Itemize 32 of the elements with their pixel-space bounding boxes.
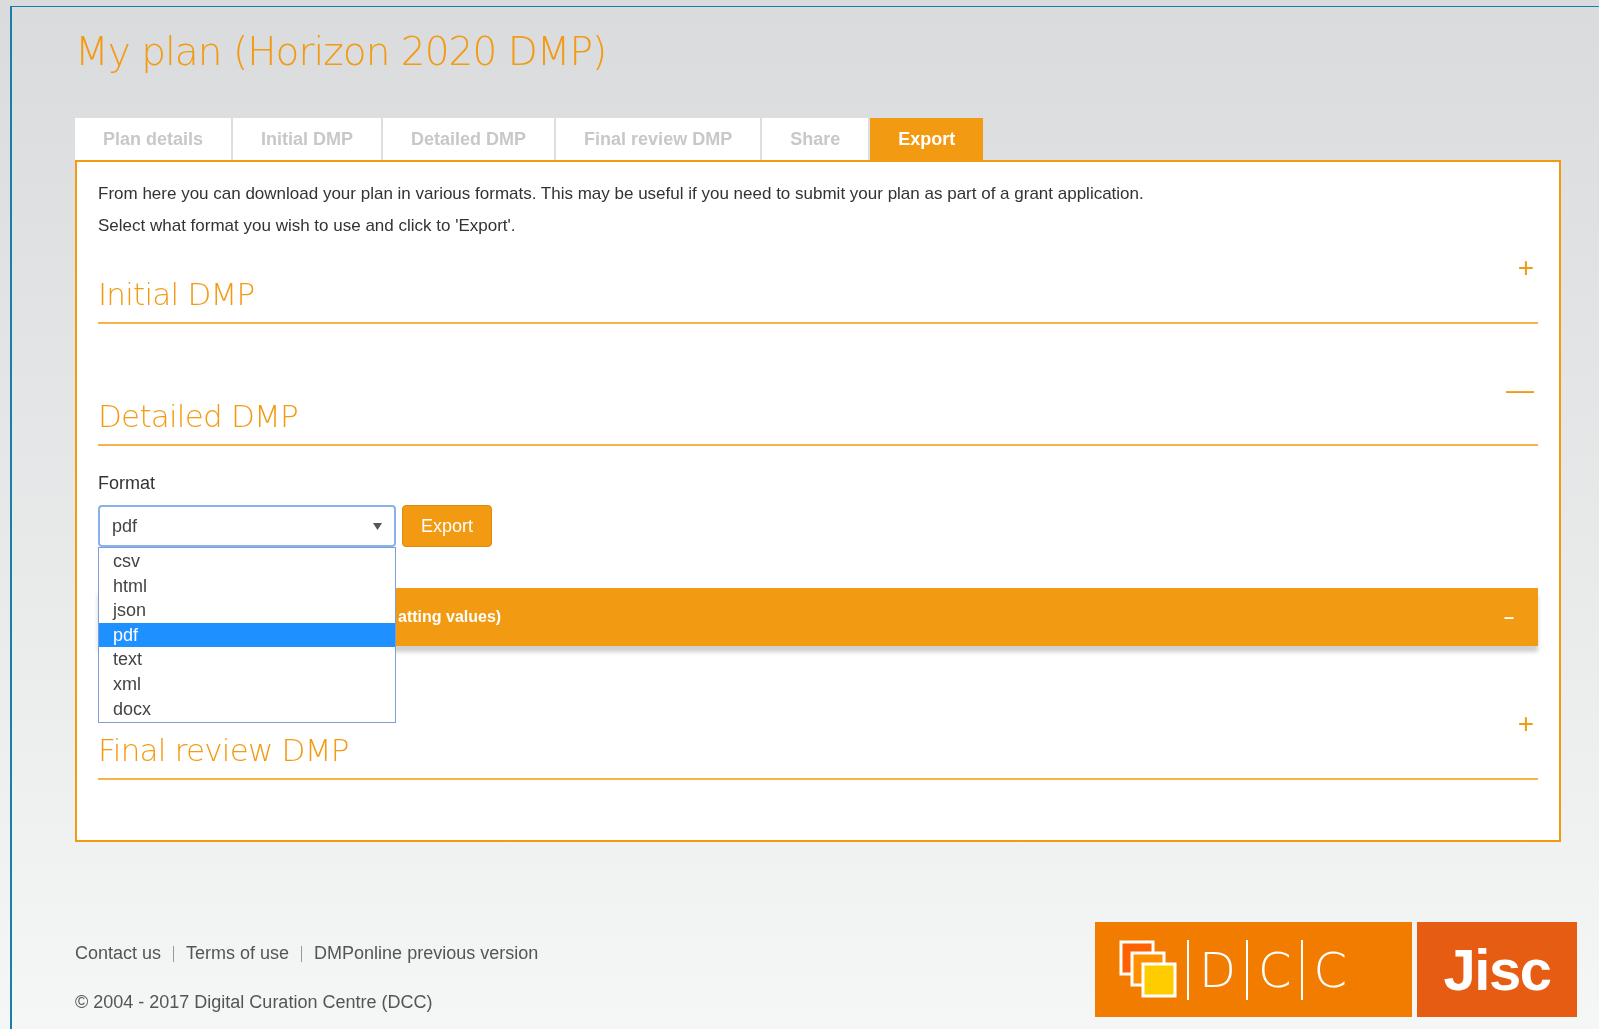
dropdown-option[interactable]: docx [99, 696, 395, 722]
section-toggle[interactable]: — [1506, 376, 1534, 404]
dropdown-option[interactable]: json [99, 598, 395, 623]
format-label: Format [98, 472, 156, 495]
dropdown-option[interactable]: pdf [99, 622, 395, 648]
dropdown-option[interactable]: csv [99, 549, 395, 574]
squares-icon [1119, 939, 1177, 1000]
section-heading[interactable]: Detailed DMP [98, 397, 298, 436]
dropdown-option[interactable]: html [99, 573, 395, 599]
collapse-toggle[interactable]: – [1504, 603, 1514, 631]
logo-letter: C [1313, 940, 1347, 1000]
caret-icon [373, 522, 382, 530]
intro-text: Select what format you wish to use and click to 'Export'. [98, 215, 517, 237]
dropdown-option[interactable]: text [99, 647, 395, 672]
section-toggle[interactable]: + [1517, 254, 1534, 282]
bar-title: atting values) [398, 607, 502, 627]
logo-text: Jisc [1443, 936, 1551, 1004]
logo-letter: D [1199, 940, 1236, 1000]
export-button[interactable]: Export [402, 505, 492, 547]
section-heading[interactable]: Initial DMP [98, 275, 255, 314]
format-select[interactable]: pdf [98, 505, 396, 547]
intro-text: From here you can download your plan in various formats. This may be useful if you need to submit your plan as part of a grant application. [98, 183, 1145, 205]
dropdown-option[interactable]: xml [99, 671, 395, 697]
section-toggle[interactable]: + [1517, 710, 1534, 738]
footer-link[interactable]: DMPonline previous version [314, 940, 539, 967]
page-title: My plan (Horizon 2020 DMP) [75, 28, 608, 76]
logo-letter: C [1257, 940, 1292, 1000]
section-heading[interactable]: Final review DMP [98, 731, 349, 770]
tab[interactable]: Export [870, 118, 984, 160]
footer-link[interactable]: Terms of use [186, 940, 290, 967]
footer-link[interactable]: Contact us [75, 940, 162, 967]
copyright-text: © 2004 - 2017 Digital Curation Centre (DCC) [75, 991, 434, 1014]
